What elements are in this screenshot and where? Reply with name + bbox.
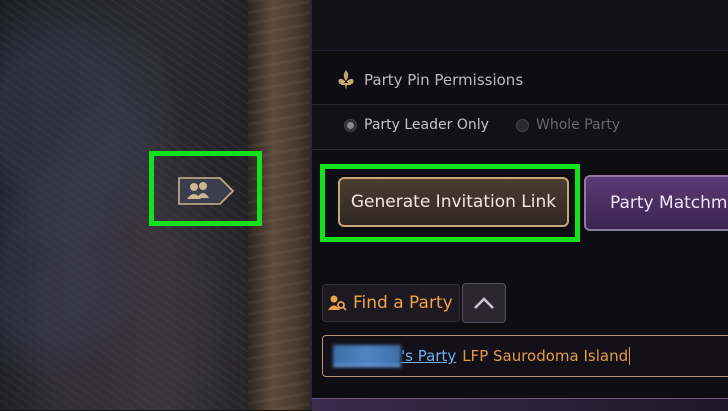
permissions-radio-group: Party Leader Only Whole Party xyxy=(312,104,728,150)
panel-header-area xyxy=(312,0,728,51)
radio-unselected-indicator xyxy=(516,118,529,132)
fleur-de-lis-icon xyxy=(338,70,354,90)
radio-whole-party[interactable]: Whole Party xyxy=(516,117,620,133)
find-party-button[interactable]: Find a Party xyxy=(322,284,460,322)
radio-whole-party-label: Whole Party xyxy=(536,117,621,133)
text-cursor xyxy=(629,347,631,365)
radio-party-leader-only[interactable]: Party Leader Only xyxy=(344,117,489,133)
permissions-title: Party Pin Permissions xyxy=(364,71,524,89)
redacted-player-name xyxy=(333,345,401,367)
collapse-button[interactable] xyxy=(461,283,506,323)
find-party-row: Find a Party xyxy=(322,283,506,323)
party-title-text: LFP Saurodoma Island xyxy=(462,347,629,365)
bottom-frame-bar xyxy=(312,398,728,411)
party-owner-link[interactable]: 's Party xyxy=(401,347,456,365)
map-marker-highlight xyxy=(149,151,262,226)
party-title-input[interactable]: 's Party LFP Saurodoma Island xyxy=(322,335,728,377)
party-matchmaking-button[interactable]: Party Matchmaking xyxy=(584,175,728,231)
find-party-icon xyxy=(328,295,347,311)
permissions-header: Party Pin Permissions xyxy=(334,67,523,93)
chevron-up-icon xyxy=(473,297,494,309)
radio-party-leader-only-label: Party Leader Only xyxy=(364,117,489,133)
radio-selected-indicator xyxy=(344,118,357,132)
generate-button-highlight xyxy=(320,164,580,242)
find-party-label: Find a Party xyxy=(353,293,453,313)
